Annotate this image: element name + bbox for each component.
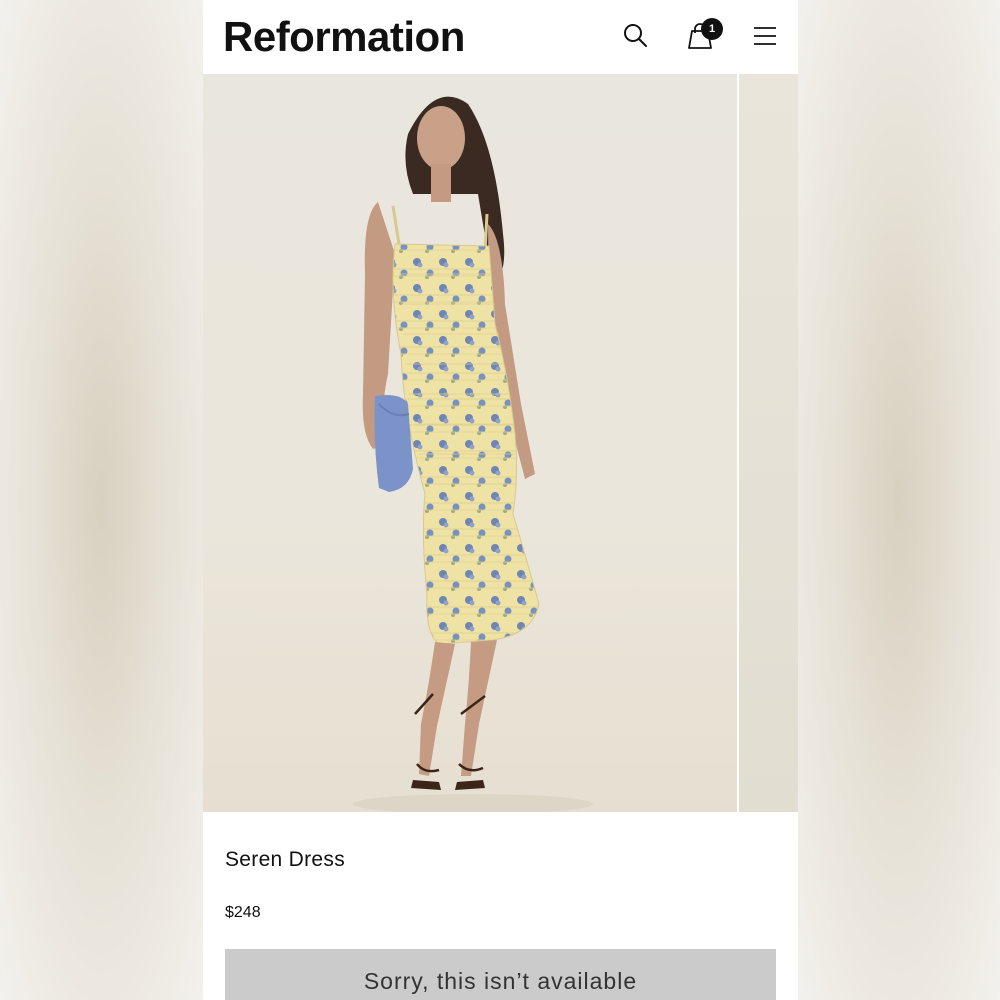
cart-button[interactable]: 1 [685, 18, 723, 50]
product-info: Seren Dress $248 Sorry, this isn’t avail… [203, 812, 798, 1000]
unavailable-add-to-bag-button[interactable]: Sorry, this isn’t available [225, 949, 776, 1000]
product-photo[interactable] [203, 74, 737, 812]
hamburger-menu-icon [754, 27, 776, 45]
search-button[interactable] [620, 20, 650, 50]
brand-logo[interactable]: Reformation [223, 12, 465, 62]
product-page: Reformation 1 Seren Dress $248 Sorry, th… [203, 0, 798, 1000]
menu-button[interactable] [750, 20, 780, 50]
product-price: $248 [225, 904, 261, 921]
search-icon [624, 24, 647, 47]
background-blur-left [0, 0, 203, 1000]
site-header: Reformation 1 [203, 0, 798, 74]
next-product-photo-peek[interactable] [739, 74, 798, 812]
product-name: Seren Dress [225, 848, 346, 871]
background-blur-right [797, 0, 1000, 1000]
product-image-gallery[interactable] [203, 74, 798, 812]
cart-count-badge: 1 [701, 18, 723, 40]
